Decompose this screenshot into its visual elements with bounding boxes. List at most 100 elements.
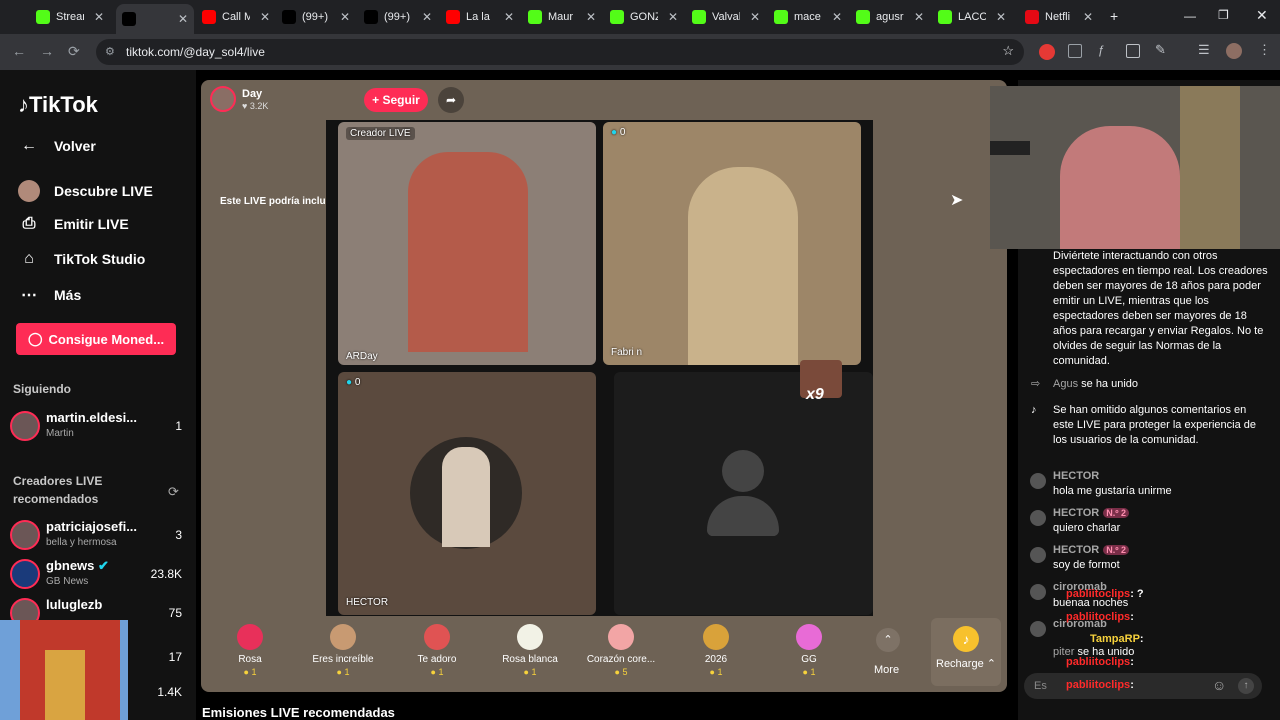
browser-tab[interactable]: mace ✕ [774, 6, 842, 28]
tiktok-logo[interactable]: ♪TikTok [18, 92, 98, 118]
close-tab-icon[interactable]: ✕ [178, 12, 188, 26]
forward-icon[interactable]: → [40, 43, 54, 59]
avatar[interactable] [1030, 584, 1046, 600]
gift-rosa[interactable]: Rosa ● 1 [207, 624, 293, 677]
close-tab-icon[interactable]: ✕ [260, 10, 270, 24]
avatar[interactable] [1030, 621, 1046, 637]
nav-volver[interactable]: ← Volver [18, 137, 96, 155]
browser-tab[interactable]: ✕ [116, 4, 195, 34]
guest-cell-2[interactable]: ● 0 Fabri n [603, 122, 861, 365]
close-tab-icon[interactable]: ✕ [832, 10, 842, 24]
chat-join: Agus se ha unido [1053, 378, 1139, 390]
browser-menu-icon[interactable]: ⋮ [1258, 42, 1271, 58]
rose-icon [237, 624, 263, 650]
extensions-puzzle-icon[interactable]: ✎ [1155, 42, 1166, 58]
send-icon[interactable]: ↑ [1238, 678, 1254, 694]
arrow-left-icon: ← [21, 137, 37, 154]
guest-cell-3[interactable]: ● 0 HECTOR [338, 372, 596, 615]
close-tab-icon[interactable]: ✕ [94, 10, 104, 24]
viewer-dot-icon: ● [346, 377, 353, 388]
close-tab-icon[interactable]: ✕ [586, 10, 596, 24]
media-control-icon[interactable]: ☰ [1198, 42, 1210, 58]
netflix-icon [1025, 10, 1039, 24]
browser-tab[interactable]: La la ✕ [446, 6, 514, 28]
gift-corazon[interactable]: Corazón core... ● 5 [578, 624, 664, 677]
close-tab-icon[interactable]: ✕ [504, 10, 514, 24]
webcam-person [1060, 126, 1180, 249]
url-field[interactable]: ⚙ tiktok.com/@day_sol4/live ☆ [96, 39, 1024, 65]
browser-tab[interactable]: Valval ✕ [692, 6, 760, 28]
close-tab-icon[interactable]: ✕ [996, 10, 1006, 24]
back-icon[interactable]: ← [12, 43, 26, 59]
refresh-icon[interactable]: ⟳ [168, 484, 179, 500]
minimize-icon[interactable]: — [1184, 9, 1196, 23]
gift-2026[interactable]: 2026 ● 1 [673, 624, 759, 677]
screenshot-extension-icon[interactable] [1126, 44, 1140, 58]
browser-tab[interactable]: LACO ✕ [938, 6, 1006, 28]
tiktok-icon [122, 12, 136, 26]
get-coins-button[interactable]: ◯ Consigue Moned... [16, 323, 176, 355]
avatar[interactable] [1030, 473, 1046, 489]
more-gifts-button[interactable]: More [874, 664, 899, 676]
avatar[interactable] [1030, 510, 1046, 526]
gift-gg[interactable]: GG ● 1 [766, 624, 852, 677]
recommended-creator[interactable]: gbnews ✔ GB News 23.8K [10, 555, 182, 595]
maximize-icon[interactable]: ❐ [1218, 8, 1229, 22]
follow-button[interactable]: + Seguir [364, 88, 428, 112]
overlay-chat-line: pabliitoclips: [1066, 656, 1134, 668]
recommended-creator[interactable]: patriciajosefi... bella y hermosa 3 [10, 516, 182, 556]
guest-cell-host[interactable]: Creador LIVE ARDay [338, 122, 596, 365]
gift-eres-increible[interactable]: Eres increíble ● 1 [300, 624, 386, 677]
chat-username[interactable]: HECTOR [1053, 470, 1099, 482]
nav-tiktok-studio[interactable]: ⌂ TikTok Studio [18, 250, 145, 268]
chat-username[interactable]: HECTOR N.º 2 [1053, 544, 1130, 556]
nav-emitir-live[interactable]: ⎙ Emitir LIVE [18, 215, 129, 233]
chat-username[interactable]: HECTOR N.º 2 [1053, 507, 1130, 519]
close-tab-icon[interactable]: ✕ [422, 10, 432, 24]
browser-tab[interactable]: agusr ✕ [856, 6, 924, 28]
adblock-extension-icon[interactable] [1039, 44, 1055, 60]
empty-user-body [707, 496, 779, 536]
host-info[interactable]: Day ♥ 3.2K [210, 86, 470, 114]
browser-tab[interactable]: Maur ✕ [528, 6, 596, 28]
guest-cell-empty[interactable] [614, 372, 873, 615]
close-tab-icon[interactable]: ✕ [668, 10, 678, 24]
extension-icon[interactable] [1068, 44, 1082, 58]
share-icon[interactable]: ➦ [438, 87, 464, 113]
avatar [10, 411, 40, 441]
browser-tab[interactable]: Call M ✕ [202, 6, 270, 28]
new-tab-button[interactable]: + [1110, 8, 1118, 24]
recharge-button[interactable]: ♪ Recharge ⌃ [931, 618, 1001, 686]
browser-tab[interactable]: Netfli ✕ [1025, 6, 1093, 28]
nav-mas[interactable]: ⋯ Más [18, 285, 81, 305]
close-tab-icon[interactable]: ✕ [1083, 10, 1093, 24]
chat-input[interactable]: Es ☺ ↑ [1024, 673, 1262, 699]
browser-tab[interactable]: GONZ ✕ [610, 6, 678, 28]
script-extension-icon[interactable]: ƒ [1098, 43, 1105, 57]
close-tab-icon[interactable]: ✕ [340, 10, 350, 24]
browser-tab[interactable]: (99+) ✕ [364, 6, 432, 28]
kick-icon [36, 10, 50, 24]
browser-tab[interactable]: Stream ✕ [36, 6, 104, 28]
profile-avatar[interactable] [1226, 43, 1242, 59]
avatar[interactable] [1030, 547, 1046, 563]
close-tab-icon[interactable]: ✕ [914, 10, 924, 24]
emoji-icon[interactable]: ☺ [1212, 677, 1226, 693]
gift-te-adoro[interactable]: Te adoro ● 1 [394, 624, 480, 677]
coin-icon: ◯ [27, 331, 43, 346]
reload-icon[interactable]: ⟳ [68, 43, 80, 60]
close-tab-icon[interactable]: ✕ [750, 10, 760, 24]
browser-tab[interactable]: (99+) ✕ [282, 6, 350, 28]
gift-rosa-blanca[interactable]: Rosa blanca ● 1 [487, 624, 573, 677]
rank-badge: N.º 2 [1103, 545, 1130, 555]
mouse-cursor-icon: ➤ [950, 192, 964, 209]
following-creator[interactable]: martin.eldesi... Martin 1 [10, 407, 182, 447]
host-avatar[interactable] [210, 86, 236, 112]
overlay-chat-line: TampaRP: [1090, 633, 1144, 645]
bookmark-star-icon[interactable]: ☆ [1002, 43, 1014, 59]
nav-descubre-live[interactable]: Descubre LIVE [18, 180, 153, 202]
site-info-icon[interactable]: ⚙ [105, 45, 115, 58]
chevron-up-icon[interactable]: ⌃ [876, 628, 900, 652]
close-window-icon[interactable]: ✕ [1256, 7, 1268, 24]
guest-video [688, 167, 798, 365]
